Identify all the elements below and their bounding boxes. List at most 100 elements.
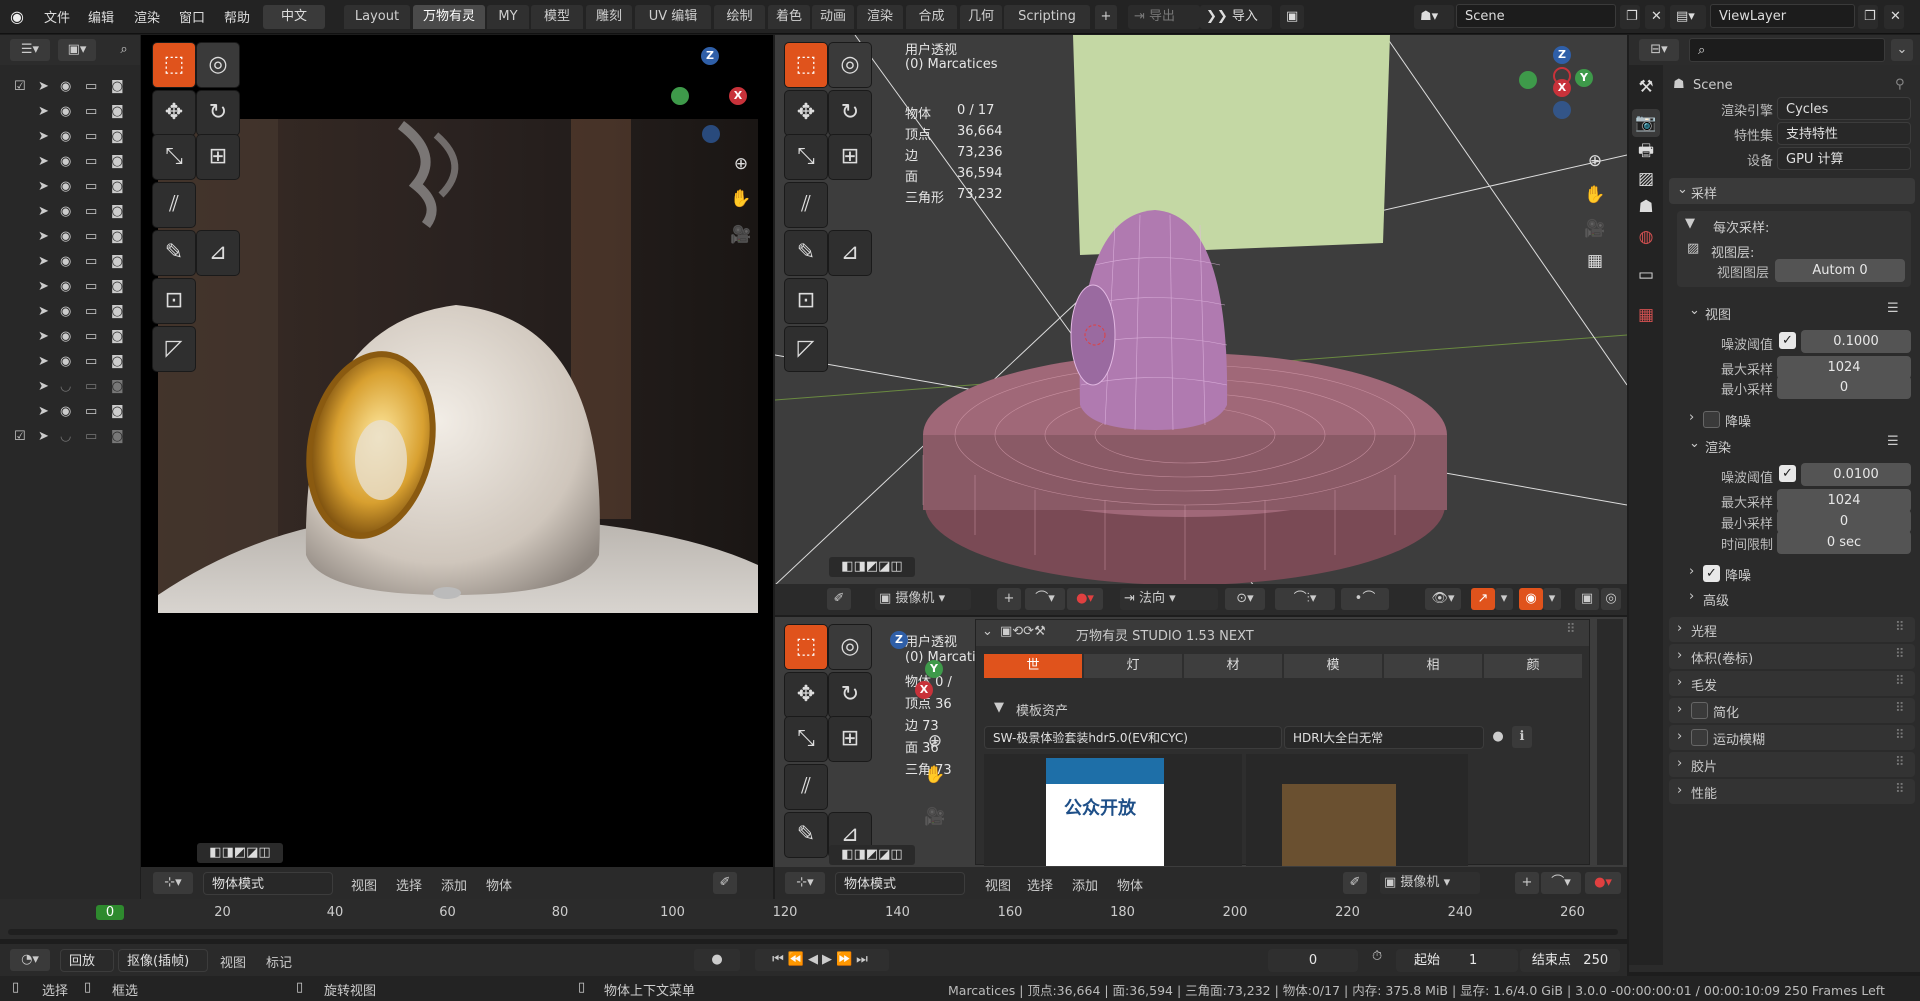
plugin-tab[interactable]: 材 [1184, 654, 1282, 678]
property-section[interactable]: › 毛发 ⠿ [1669, 671, 1915, 696]
snap-mode-icons[interactable]: ◧◨◩◪◫ [197, 843, 283, 863]
eyedropper-icon[interactable]: ✐ [1343, 872, 1367, 894]
section-triangle-icon[interactable]: ▼ [994, 700, 1004, 715]
current-frame-marker[interactable]: 0 [96, 905, 124, 920]
gizmo-toggle-icon[interactable]: ↗ [1471, 588, 1495, 610]
world-tab-icon[interactable]: ◍ [1632, 223, 1660, 251]
monitor-icon[interactable]: ▭ [85, 329, 97, 344]
keying-menu[interactable]: 抠像(插帧) [118, 949, 208, 972]
monitor-icon[interactable]: ▭ [85, 204, 97, 219]
select-arrow-icon[interactable]: ➤ [38, 379, 49, 394]
proportional-icon[interactable]: •⌒ [1341, 588, 1389, 610]
outliner-row[interactable]: ➤ ◉ ▭ ◙ [0, 175, 140, 200]
eye-icon[interactable]: ◉ [60, 354, 71, 369]
tab-1[interactable]: 万物有灵 [413, 5, 485, 29]
eye-icon[interactable]: ◉ [60, 404, 71, 419]
outliner-row[interactable]: ➤ ◉ ▭ ◙ [0, 275, 140, 300]
list-icon[interactable]: ☰ [1887, 301, 1899, 316]
add-icon[interactable]: + [1515, 872, 1539, 894]
left-menu-add[interactable]: 添加 [441, 875, 467, 894]
monitor-icon[interactable]: ▭ [85, 304, 97, 319]
eye-icon[interactable]: ◉ [60, 104, 71, 119]
pan-hand-icon[interactable]: ✋ [1581, 181, 1609, 209]
scale-tool[interactable]: ⤡ [785, 135, 827, 179]
select-arrow-icon[interactable]: ➤ [38, 154, 49, 169]
select-arrow-icon[interactable]: ➤ [38, 104, 49, 119]
camera-render-icon[interactable]: ◙ [111, 379, 124, 394]
draw-tool[interactable]: ✎ [785, 813, 827, 857]
editor-type-icon[interactable]: ⊹▾ [785, 872, 825, 894]
device-select[interactable]: GPU 计算 [1777, 147, 1911, 170]
tab-4[interactable]: 雕刻 [586, 5, 632, 29]
zoom-icon[interactable]: ⊕ [1581, 147, 1609, 175]
transform-tool[interactable]: ⊞ [829, 135, 871, 179]
section-checkbox[interactable] [1691, 702, 1708, 719]
viewlayer-selector-icon[interactable]: ▤▾ [1670, 5, 1706, 29]
eye-icon[interactable]: ◉ [60, 254, 71, 269]
outliner-row[interactable]: ➤ ◉ ▭ ◙ [0, 125, 140, 150]
tab-10[interactable]: 合成 [906, 5, 957, 29]
dot-icon[interactable]: ● [1488, 726, 1508, 748]
gizmo-neg-y-icon[interactable] [1519, 71, 1537, 89]
sampling-section[interactable]: ⌄ 采样 [1669, 178, 1915, 204]
select-arrow-icon[interactable]: ➤ [38, 279, 49, 294]
camera-render-icon[interactable]: ◙ [111, 154, 124, 169]
blender-logo-icon[interactable]: ◉ [10, 7, 24, 26]
tab-7[interactable]: 着色 [768, 5, 810, 29]
collection-tab-icon[interactable]: ▭ [1632, 261, 1660, 289]
view-layer-field[interactable]: Autom 0 [1775, 259, 1905, 282]
preset-right-select[interactable]: HDRI大全白无常 [1284, 726, 1484, 749]
select-box-tool[interactable]: ⬚ [785, 43, 827, 87]
orientation-select[interactable]: ⇥ 法向 ▾ [1120, 588, 1218, 610]
select-arrow-icon[interactable]: ➤ [38, 254, 49, 269]
tab-8[interactable]: 动画 [812, 5, 854, 29]
denoise-render-checkbox[interactable]: ✓ [1703, 565, 1720, 582]
tab-12[interactable]: Scripting [1004, 5, 1090, 29]
camera-render-icon[interactable]: ◙ [111, 279, 124, 294]
scene-tab-icon[interactable]: ☗ [1632, 193, 1660, 221]
zoom-icon[interactable]: ⊕ [921, 727, 949, 755]
monitor-icon[interactable]: ▭ [85, 129, 97, 144]
drag-handle-icon[interactable]: ⠿ [1895, 728, 1905, 743]
monitor-icon[interactable]: ▭ [85, 279, 97, 294]
left-menu-select[interactable]: 选择 [396, 875, 422, 894]
outliner-row[interactable]: ☑ ➤ ◡ ▭ ◙ [0, 425, 140, 450]
current-frame-field[interactable]: 0 [1268, 949, 1358, 972]
camera-render-icon[interactable]: ◙ [111, 329, 124, 344]
eyedropper-icon[interactable]: ✐ [827, 588, 851, 610]
chevron-right-icon[interactable]: › [1689, 589, 1694, 604]
viewlayer-tab-icon[interactable]: ▨ [1632, 165, 1660, 193]
outliner-row[interactable]: ☑ ➤ ◉ ▭ ◙ [0, 75, 140, 100]
cursor-tool[interactable]: ◎ [829, 625, 871, 669]
monitor-icon[interactable]: ▭ [85, 404, 97, 419]
render-min-field[interactable]: 0 [1777, 510, 1911, 533]
snap-icon[interactable]: ⌒▾ [1541, 872, 1581, 894]
rotate-tool[interactable]: ↻ [829, 673, 871, 717]
display-mode-icon[interactable]: ▣▾ [58, 39, 96, 61]
app-icon[interactable]: ▣ [1280, 5, 1304, 29]
property-section[interactable]: › 光程 ⠿ [1669, 617, 1915, 642]
record-icon[interactable]: ●▾ [1585, 872, 1621, 894]
tab-3[interactable]: 模型 [531, 5, 583, 29]
plugin-toolbar-icons[interactable]: ▣⟲⟳⚒ [1000, 624, 1046, 639]
add-workspace-icon[interactable]: + [1095, 5, 1117, 29]
outliner-row[interactable]: ➤ ◉ ▭ ◙ [0, 300, 140, 325]
property-section[interactable]: › 性能 ⠿ [1669, 779, 1915, 804]
camera-view-icon[interactable]: 🎥 [921, 803, 949, 831]
render-tab-icon[interactable]: 📷 [1632, 109, 1660, 137]
menu-file[interactable]: 文件 [44, 7, 70, 26]
rotate-tool[interactable]: ↻ [829, 91, 871, 135]
viewlayer-field[interactable]: ViewLayer [1710, 4, 1855, 28]
add-icon[interactable]: + [997, 588, 1021, 610]
property-section[interactable]: › 运动模糊 ⠿ [1669, 725, 1915, 750]
camera-view-icon[interactable]: 🎥 [727, 221, 755, 249]
options-chevron-icon[interactable]: ⌄ [1891, 39, 1913, 61]
monitor-icon[interactable]: ▭ [85, 179, 97, 194]
measure-tool[interactable]: ⊿ [197, 231, 239, 275]
time-limit-field[interactable]: 0 sec [1777, 531, 1911, 554]
camera-render-icon[interactable]: ◙ [111, 204, 124, 219]
properties-search-icon[interactable]: ⌕ [1689, 38, 1885, 62]
eyedropper-icon[interactable]: ✐ [713, 872, 737, 894]
eye-icon[interactable]: ◉ [60, 154, 71, 169]
menu-render[interactable]: 渲染 [134, 7, 160, 26]
